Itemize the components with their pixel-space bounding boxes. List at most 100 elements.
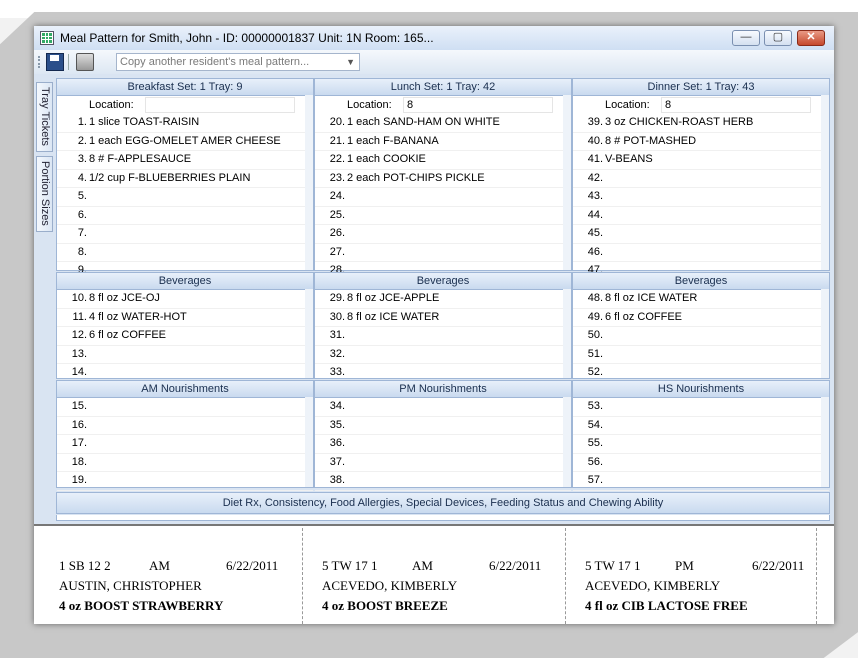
row-value[interactable]: 1 each F-BANANA	[347, 133, 563, 150]
location-field[interactable]: 8	[661, 97, 811, 113]
maximize-button[interactable]: ▢	[764, 30, 792, 46]
scrollbar[interactable]	[563, 289, 571, 378]
list-item[interactable]: 5.	[57, 188, 313, 207]
row-value[interactable]: 1 each EGG-OMELET AMER CHEESE	[89, 133, 305, 150]
toolbar-grip[interactable]	[38, 56, 42, 68]
list-item[interactable]: 37.	[315, 454, 571, 472]
row-value[interactable]: 1 each COOKIE	[347, 151, 563, 168]
list-item[interactable]: 50.	[573, 327, 829, 346]
scrollbar[interactable]	[563, 95, 571, 270]
diet-rx-bar[interactable]: Diet Rx, Consistency, Food Allergies, Sp…	[56, 492, 830, 514]
scrollbar[interactable]	[821, 95, 829, 270]
scrollbar[interactable]	[305, 289, 313, 378]
list-item[interactable]: 12. 6 fl oz COFFEE	[57, 327, 313, 346]
list-item[interactable]: 48. 8 fl oz ICE WATER	[573, 290, 829, 309]
list-item[interactable]: 56.	[573, 454, 829, 472]
list-item[interactable]: 49. 6 fl oz COFFEE	[573, 309, 829, 327]
list-item[interactable]: 7.	[57, 225, 313, 244]
list-item[interactable]: 43.	[573, 188, 829, 207]
list-item[interactable]: 8.	[57, 244, 313, 262]
list-item[interactable]: 1. 1 slice TOAST-RAISIN	[57, 114, 313, 133]
tab-tray-tickets[interactable]: Tray Tickets	[36, 82, 53, 152]
row-value[interactable]: 8 # F-APPLESAUCE	[89, 151, 305, 168]
minimize-button[interactable]: —	[732, 30, 760, 46]
ticket-item: 4 fl oz CIB LACTOSE FREE	[585, 598, 748, 613]
scrollbar[interactable]	[563, 397, 571, 487]
list-item[interactable]: 39. 3 oz CHICKEN-ROAST HERB	[573, 114, 829, 133]
row-value[interactable]: 2 each POT-CHIPS PICKLE	[347, 170, 563, 187]
list-item[interactable]: 6.	[57, 207, 313, 225]
close-button[interactable]: ✕	[797, 30, 825, 46]
save-icon[interactable]	[46, 53, 64, 71]
ticket-date: 6/22/2011	[752, 558, 805, 573]
row-number: 33.	[329, 366, 345, 378]
list-item[interactable]: 41. V-BEANS	[573, 151, 829, 170]
row-value[interactable]: 8 fl oz JCE-APPLE	[347, 290, 563, 307]
list-item[interactable]: 30. 8 fl oz ICE WATER	[315, 309, 571, 327]
list-item[interactable]: 55.	[573, 435, 829, 454]
copy-pattern-combo[interactable]: Copy another resident's meal pattern... …	[116, 53, 360, 71]
list-item[interactable]: 22. 1 each COOKIE	[315, 151, 571, 170]
list-item[interactable]: 3. 8 # F-APPLESAUCE	[57, 151, 313, 170]
list-item[interactable]: 2. 1 each EGG-OMELET AMER CHEESE	[57, 133, 313, 151]
location-field[interactable]	[145, 97, 295, 113]
row-value[interactable]: 3 oz CHICKEN-ROAST HERB	[605, 114, 821, 131]
list-item[interactable]: 36.	[315, 435, 571, 454]
scrollbar[interactable]	[305, 95, 313, 270]
row-value[interactable]: 6 fl oz COFFEE	[89, 327, 305, 344]
list-item[interactable]: 19.	[57, 472, 313, 491]
ticket-meal: AM	[412, 558, 433, 573]
list-item[interactable]: 10. 8 fl oz JCE-OJ	[57, 290, 313, 309]
list-item[interactable]: 51.	[573, 346, 829, 364]
row-value[interactable]: 8 # POT-MASHED	[605, 133, 821, 150]
list-item[interactable]: 57.	[573, 472, 829, 491]
row-value[interactable]: 1 slice TOAST-RAISIN	[89, 114, 305, 131]
chevron-down-icon[interactable]: ▼	[346, 54, 355, 70]
row-value[interactable]: 8 fl oz ICE WATER	[347, 309, 563, 326]
meal-header: Lunch Set: 1 Tray: 42	[315, 79, 571, 96]
print-icon[interactable]	[76, 53, 94, 71]
scrollbar[interactable]	[821, 397, 829, 487]
list-item[interactable]: 46.	[573, 244, 829, 262]
list-item[interactable]: 15.	[57, 398, 313, 417]
list-item[interactable]: 24.	[315, 188, 571, 207]
row-value[interactable]: V-BEANS	[605, 151, 821, 168]
row-value[interactable]: 1 each SAND-HAM ON WHITE	[347, 114, 563, 131]
list-item[interactable]: 23. 2 each POT-CHIPS PICKLE	[315, 170, 571, 188]
list-item[interactable]: 27.	[315, 244, 571, 262]
list-item[interactable]: 32.	[315, 346, 571, 364]
row-value[interactable]: 4 fl oz WATER-HOT	[89, 309, 305, 326]
list-item[interactable]: 4. 1/2 cup F-BLUEBERRIES PLAIN	[57, 170, 313, 188]
list-item[interactable]: 38.	[315, 472, 571, 491]
location-field[interactable]: 8	[403, 97, 553, 113]
list-item[interactable]: 31.	[315, 327, 571, 346]
title-bar[interactable]: Meal Pattern for Smith, John - ID: 00000…	[34, 26, 834, 51]
list-item[interactable]: 29. 8 fl oz JCE-APPLE	[315, 290, 571, 309]
list-item[interactable]: 18.	[57, 454, 313, 472]
list-item[interactable]: 44.	[573, 207, 829, 225]
row-value[interactable]: 8 fl oz JCE-OJ	[89, 290, 305, 307]
list-item[interactable]: 11. 4 fl oz WATER-HOT	[57, 309, 313, 327]
list-item[interactable]: 17.	[57, 435, 313, 454]
list-item[interactable]: 25.	[315, 207, 571, 225]
scrollbar[interactable]	[305, 397, 313, 487]
list-item[interactable]: 21. 1 each F-BANANA	[315, 133, 571, 151]
tab-portion-sizes[interactable]: Portion Sizes	[36, 156, 53, 232]
list-item[interactable]: 54.	[573, 417, 829, 435]
scrollbar[interactable]	[821, 289, 829, 378]
list-item[interactable]: 13.	[57, 346, 313, 364]
row-value[interactable]: 1/2 cup F-BLUEBERRIES PLAIN	[89, 170, 305, 187]
row-value[interactable]: 8 fl oz ICE WATER	[605, 290, 821, 307]
list-item[interactable]: 35.	[315, 417, 571, 435]
list-item[interactable]: 34.	[315, 398, 571, 417]
list-item[interactable]: 42.	[573, 170, 829, 188]
list-item[interactable]: 53.	[573, 398, 829, 417]
row-value[interactable]: 6 fl oz COFFEE	[605, 309, 821, 326]
list-item[interactable]: 40. 8 # POT-MASHED	[573, 133, 829, 151]
row-number: 36.	[329, 437, 345, 449]
list-item[interactable]: 26.	[315, 225, 571, 244]
row-number: 51.	[587, 347, 603, 360]
list-item[interactable]: 20. 1 each SAND-HAM ON WHITE	[315, 114, 571, 133]
list-item[interactable]: 16.	[57, 417, 313, 435]
list-item[interactable]: 45.	[573, 225, 829, 244]
